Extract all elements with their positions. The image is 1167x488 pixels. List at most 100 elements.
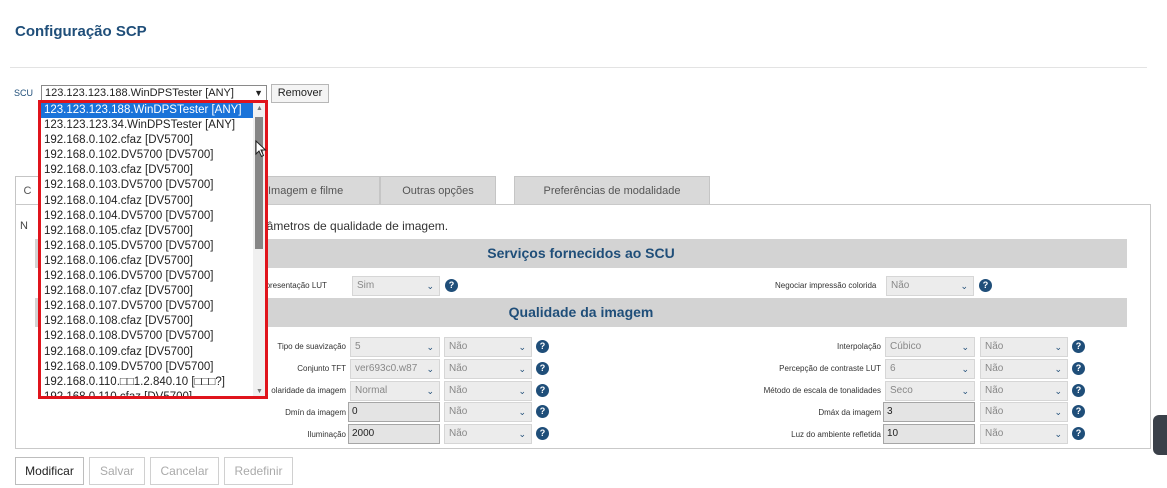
interpolation-select[interactable]: Cúbico ⌄ [885,337,975,357]
chevron-down-icon: ⌄ [961,386,969,396]
illumination-input[interactable]: 2000 [348,424,440,444]
scu-option[interactable]: 192.168.0.104.DV5700 [DV5700] [41,209,253,224]
chevron-down-icon: ⌄ [1054,364,1062,374]
scu-option[interactable]: 123.123.123.34.WinDPSTester [ANY] [41,118,253,133]
polarity-no-select[interactable]: Não ⌄ [444,381,532,401]
illumination-no-select[interactable]: Não ⌄ [444,424,532,444]
chevron-down-icon: ⌄ [1054,429,1062,439]
chevron-down-icon: ⌄ [518,407,526,417]
color-print-select[interactable]: Não ⌄ [886,276,974,296]
chevron-down-icon: ⌄ [426,386,434,396]
reset-button[interactable]: Redefinir [224,457,293,485]
chevron-down-icon: ⌄ [518,429,526,439]
scu-option[interactable]: 192.168.0.102.DV5700 [DV5700] [41,148,253,163]
chevron-down-icon: ⌄ [960,281,968,291]
help-icon[interactable]: ? [536,384,549,397]
interpolation-no-select[interactable]: Não ⌄ [980,337,1068,357]
scu-option[interactable]: 192.168.0.109.DV5700 [DV5700] [41,360,253,375]
intro-text: arâmetros de qualidade de imagem. [256,219,449,233]
help-icon[interactable]: ? [536,340,549,353]
help-icon[interactable]: ? [536,427,549,440]
scu-option[interactable]: 192.168.0.110.□□1.2.840.10 [□□□?] [41,375,253,390]
dmax-input[interactable]: 3 [883,402,975,422]
scu-option[interactable]: 192.168.0.107.cfaz [DV5700] [41,284,253,299]
tab-other-options[interactable]: Outras opções [380,176,496,205]
help-icon[interactable]: ? [1072,384,1085,397]
tone-scale-value: Seco [890,385,913,396]
scu-option[interactable]: 192.168.0.108.cfaz [DV5700] [41,314,253,329]
tft-label: Conjunto TFT [297,364,346,373]
smoothing-select[interactable]: 5 ⌄ [350,337,440,357]
chevron-down-icon: ⌄ [1054,342,1062,352]
scu-option[interactable]: 192.168.0.106.DV5700 [DV5700] [41,269,253,284]
no-value: Não [985,406,1004,417]
no-value: Não [449,363,468,374]
dmin-no-select[interactable]: Não ⌄ [444,402,532,422]
scu-option[interactable]: 192.168.0.107.DV5700 [DV5700] [41,299,253,314]
save-button[interactable]: Salvar [89,457,145,485]
tab-modality-preferences[interactable]: Preferências de modalidade [514,176,710,205]
tab-image-film[interactable]: Imagem e filme [265,176,380,205]
help-icon[interactable]: ? [445,279,458,292]
no-value: Não [449,385,468,396]
scu-option[interactable]: 192.168.0.106.cfaz [DV5700] [41,254,253,269]
scu-option[interactable]: 192.168.0.104.cfaz [DV5700] [41,194,253,209]
no-value: Não [449,428,468,439]
help-icon[interactable]: ? [1072,427,1085,440]
scu-option[interactable]: 192.168.0.103.DV5700 [DV5700] [41,178,253,193]
lut-select[interactable]: Sim ⌄ [352,276,440,296]
contrast-select[interactable]: 6 ⌄ [885,359,975,379]
no-value: Não [449,341,468,352]
polarity-label: olaridade da imagem [271,386,346,395]
help-icon[interactable]: ? [1072,340,1085,353]
tab-general[interactable]: C [15,176,40,205]
mouse-cursor-icon [255,140,267,158]
help-icon[interactable]: ? [1072,405,1085,418]
chevron-down-icon: ⌄ [961,342,969,352]
scu-option[interactable]: 192.168.0.109.cfaz [DV5700] [41,345,253,360]
scroll-down-icon[interactable]: ▼ [256,388,263,395]
no-value: Não [985,428,1004,439]
no-value: Não [985,363,1004,374]
scu-dropdown-list[interactable]: 123.123.123.188.WinDPSTester [ANY] 123.12… [38,100,268,399]
cancel-button[interactable]: Cancelar [150,457,219,485]
scu-option[interactable]: 192.168.0.108.DV5700 [DV5700] [41,329,253,344]
scroll-up-icon[interactable]: ▲ [256,105,263,112]
remove-button[interactable]: Remover [271,84,329,103]
scu-selected-value: 123.123.123.188.WinDPSTester [ANY] [45,87,234,99]
dmin-label: Dmín da imagem [285,408,346,417]
tft-no-select[interactable]: Não ⌄ [444,359,532,379]
tft-select[interactable]: ver693c0.w87 ⌄ [350,359,440,379]
scu-option[interactable]: 192.168.0.105.cfaz [DV5700] [41,224,253,239]
dmax-no-select[interactable]: Não ⌄ [980,402,1068,422]
modify-button[interactable]: Modificar [15,457,84,485]
lut-value: Sim [357,280,375,291]
scu-option[interactable]: 192.168.0.103.cfaz [DV5700] [41,163,253,178]
smoothing-no-select[interactable]: Não ⌄ [444,337,532,357]
no-value: Não [985,341,1004,352]
chevron-down-icon: ⌄ [1054,386,1062,396]
dmin-input[interactable]: 0 [348,402,440,422]
tone-scale-select[interactable]: Seco ⌄ [885,381,975,401]
scu-option[interactable]: 192.168.0.110.cfaz [DV5700] [41,390,253,396]
contrast-no-select[interactable]: Não ⌄ [980,359,1068,379]
tone-scale-no-select[interactable]: Não ⌄ [980,381,1068,401]
help-icon[interactable]: ? [979,279,992,292]
ambient-light-input[interactable]: 10 [883,424,975,444]
scu-option[interactable]: 123.123.123.188.WinDPSTester [ANY] [41,103,253,119]
illumination-label: Iluminação [307,430,346,439]
side-panel-handle-icon[interactable] [1153,415,1167,455]
contrast-label: Percepção de contraste LUT [779,364,881,373]
chevron-down-icon: ⌄ [518,342,526,352]
polarity-select[interactable]: Normal ⌄ [350,381,440,401]
ambient-light-no-select[interactable]: Não ⌄ [980,424,1068,444]
scu-option[interactable]: 192.168.0.102.cfaz [DV5700] [41,133,253,148]
help-icon[interactable]: ? [536,405,549,418]
scu-label: SCU [14,88,34,98]
scu-option[interactable]: 192.168.0.105.DV5700 [DV5700] [41,239,253,254]
scrollbar-thumb[interactable] [255,117,263,249]
help-icon[interactable]: ? [536,362,549,375]
title-divider [10,67,1147,68]
help-icon[interactable]: ? [1072,362,1085,375]
tone-scale-label: Método de escala de tonalidades [763,386,881,395]
